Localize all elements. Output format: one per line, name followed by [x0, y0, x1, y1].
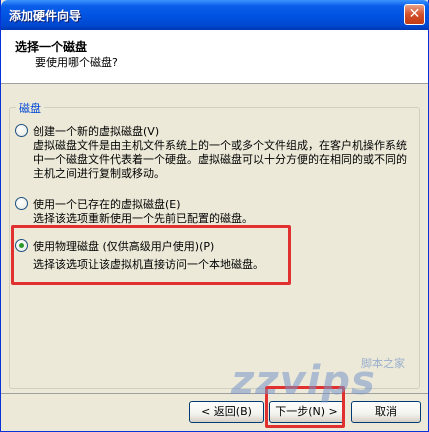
close-icon: ✕	[408, 6, 421, 22]
page-title: 选择一个磁盘	[15, 40, 88, 54]
page-subtitle: 要使用哪个磁盘?	[35, 56, 118, 69]
radio-create-virtual-disk[interactable]	[15, 124, 28, 137]
cancel-button[interactable]: 取消	[351, 401, 421, 423]
watermark-small: 脚本之家	[361, 357, 405, 370]
close-button[interactable]: ✕	[404, 4, 425, 25]
option-label[interactable]: 使用一个已存在的虚拟磁盘(E)	[33, 196, 181, 212]
watermark-logo: zzvips	[231, 358, 376, 404]
option-label[interactable]: 创建一个新的虚拟磁盘(V)	[33, 123, 159, 139]
wizard-window: 添加硬件向导 ✕ 选择一个磁盘 要使用哪个磁盘? 磁盘 创建一个新的虚拟磁盘(V…	[0, 0, 429, 432]
option-description: 选择该选项重新使用一个先前已配置的磁盘。	[33, 212, 253, 225]
option-description: 虚拟磁盘文件是由主机文件系统上的一个或多个文件组成，在客户机操作系统中一个磁盘文…	[33, 139, 407, 180]
wizard-header: 选择一个磁盘 要使用哪个磁盘?	[1, 30, 428, 84]
title-bar[interactable]: 添加硬件向导 ✕	[1, 0, 429, 30]
groupbox-legend: 磁盘	[16, 100, 44, 116]
radio-use-existing-disk[interactable]	[15, 197, 28, 210]
back-button[interactable]: < 返回(B)	[189, 401, 264, 423]
highlight-box-option	[11, 225, 291, 285]
window-title: 添加硬件向导	[9, 9, 82, 23]
